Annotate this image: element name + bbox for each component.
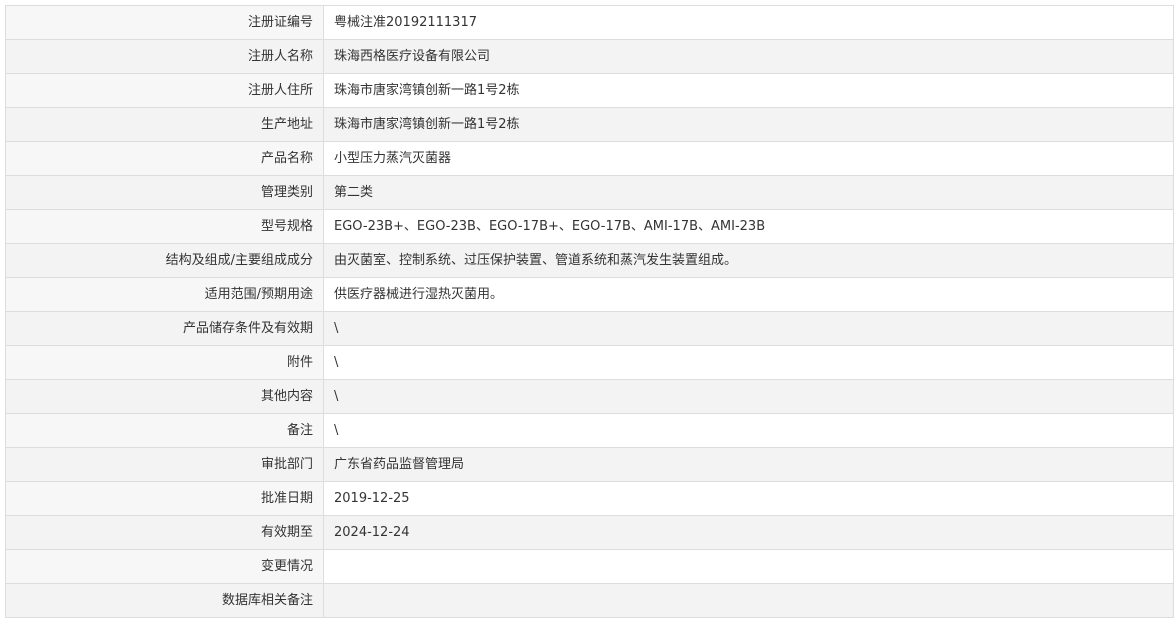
registration-detail-panel: 注册证编号 粤械注准20192111317 注册人名称 珠海西格医疗设备有限公司… bbox=[0, 0, 1176, 625]
field-value: \ bbox=[323, 379, 1174, 414]
table-row: 附件 \ bbox=[5, 345, 1174, 380]
table-row: 变更情况 bbox=[5, 549, 1174, 584]
table-row: 型号规格 EGO-23B+、EGO-23B、EGO-17B+、EGO-17B、A… bbox=[5, 209, 1174, 244]
field-value: 2024-12-24 bbox=[323, 515, 1174, 550]
field-label: 注册证编号 bbox=[5, 5, 324, 40]
table-row: 注册人名称 珠海西格医疗设备有限公司 bbox=[5, 39, 1174, 74]
field-label: 管理类别 bbox=[5, 175, 324, 210]
field-label: 结构及组成/主要组成成分 bbox=[5, 243, 324, 278]
field-value bbox=[323, 583, 1174, 618]
field-label: 批准日期 bbox=[5, 481, 324, 516]
field-label: 产品名称 bbox=[5, 141, 324, 176]
field-value: \ bbox=[323, 311, 1174, 346]
field-label: 产品储存条件及有效期 bbox=[5, 311, 324, 346]
table-row: 有效期至 2024-12-24 bbox=[5, 515, 1174, 550]
field-value: 珠海西格医疗设备有限公司 bbox=[323, 39, 1174, 74]
field-value: 由灭菌室、控制系统、过压保护装置、管道系统和蒸汽发生装置组成。 bbox=[323, 243, 1174, 278]
field-value: 2019-12-25 bbox=[323, 481, 1174, 516]
table-row: 批准日期 2019-12-25 bbox=[5, 481, 1174, 516]
table-row: 审批部门 广东省药品监督管理局 bbox=[5, 447, 1174, 482]
table-row: 产品储存条件及有效期 \ bbox=[5, 311, 1174, 346]
field-label: 其他内容 bbox=[5, 379, 324, 414]
field-label: 附件 bbox=[5, 345, 324, 380]
table-row: 产品名称 小型压力蒸汽灭菌器 bbox=[5, 141, 1174, 176]
field-value bbox=[323, 549, 1174, 584]
table-row: 注册人住所 珠海市唐家湾镇创新一路1号2栋 bbox=[5, 73, 1174, 108]
registration-info-table: 注册证编号 粤械注准20192111317 注册人名称 珠海西格医疗设备有限公司… bbox=[5, 5, 1174, 618]
table-row: 注册证编号 粤械注准20192111317 bbox=[5, 5, 1174, 40]
field-value: 供医疗器械进行湿热灭菌用。 bbox=[323, 277, 1174, 312]
field-value: EGO-23B+、EGO-23B、EGO-17B+、EGO-17B、AMI-17… bbox=[323, 209, 1174, 244]
table-row: 备注 \ bbox=[5, 413, 1174, 448]
field-label: 有效期至 bbox=[5, 515, 324, 550]
field-value: 珠海市唐家湾镇创新一路1号2栋 bbox=[323, 73, 1174, 108]
table-row: 适用范围/预期用途 供医疗器械进行湿热灭菌用。 bbox=[5, 277, 1174, 312]
field-value: 粤械注准20192111317 bbox=[323, 5, 1174, 40]
field-label: 数据库相关备注 bbox=[5, 583, 324, 618]
field-label: 注册人住所 bbox=[5, 73, 324, 108]
field-label: 生产地址 bbox=[5, 107, 324, 142]
table-row: 其他内容 \ bbox=[5, 379, 1174, 414]
field-value: \ bbox=[323, 345, 1174, 380]
table-row: 数据库相关备注 bbox=[5, 583, 1174, 618]
table-row: 结构及组成/主要组成成分 由灭菌室、控制系统、过压保护装置、管道系统和蒸汽发生装… bbox=[5, 243, 1174, 278]
field-label: 适用范围/预期用途 bbox=[5, 277, 324, 312]
field-label: 注册人名称 bbox=[5, 39, 324, 74]
field-label: 型号规格 bbox=[5, 209, 324, 244]
table-row: 管理类别 第二类 bbox=[5, 175, 1174, 210]
field-value: \ bbox=[323, 413, 1174, 448]
field-label: 审批部门 bbox=[5, 447, 324, 482]
field-label: 备注 bbox=[5, 413, 324, 448]
field-value: 广东省药品监督管理局 bbox=[323, 447, 1174, 482]
field-value: 珠海市唐家湾镇创新一路1号2栋 bbox=[323, 107, 1174, 142]
table-row: 生产地址 珠海市唐家湾镇创新一路1号2栋 bbox=[5, 107, 1174, 142]
field-value: 第二类 bbox=[323, 175, 1174, 210]
field-value: 小型压力蒸汽灭菌器 bbox=[323, 141, 1174, 176]
field-label: 变更情况 bbox=[5, 549, 324, 584]
